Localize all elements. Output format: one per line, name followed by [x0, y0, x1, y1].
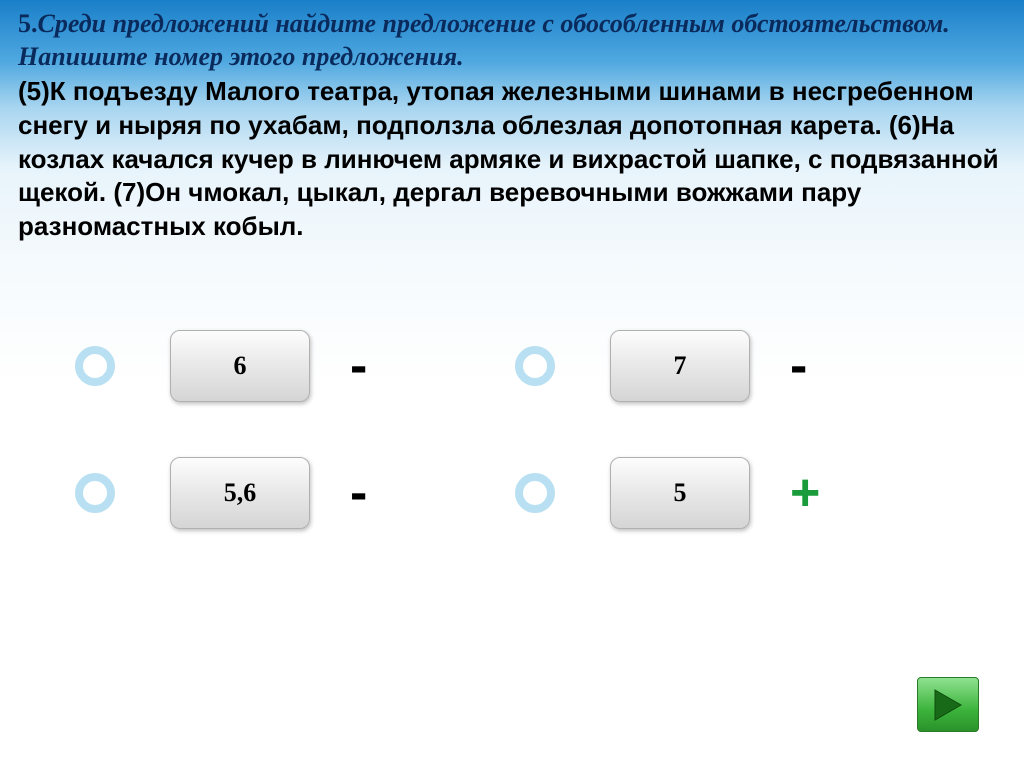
answer-button-b[interactable]: 7: [610, 330, 750, 402]
answer-button-c[interactable]: 5,6: [170, 457, 310, 529]
answer-option-a: 6 -: [75, 330, 515, 402]
radio-c[interactable]: [75, 473, 115, 513]
radio-b[interactable]: [515, 346, 555, 386]
answer-option-b: 7 -: [515, 330, 955, 402]
question-body: (5)К подъезду Малого театра, утопая желе…: [18, 75, 1006, 244]
answer-button-d[interactable]: 5: [610, 457, 750, 529]
answer-label-d: 5: [674, 478, 687, 508]
answer-option-c: 5,6 -: [75, 457, 515, 529]
radio-a[interactable]: [75, 346, 115, 386]
answer-label-c: 5,6: [224, 478, 257, 508]
question-prompt: 5.Среди предложений найдите предложение …: [18, 8, 1006, 73]
result-mark-c: -: [350, 463, 367, 523]
answer-row-2: 5,6 - 5 +: [0, 457, 1024, 529]
answer-row-1: 6 - 7 -: [0, 330, 1024, 402]
play-icon: [933, 688, 963, 722]
result-mark-d: +: [790, 463, 820, 523]
result-mark-a: -: [350, 336, 367, 396]
question-prompt-text: Среди предложений найдите предложение с …: [18, 9, 950, 71]
question-block: 5.Среди предложений найдите предложение …: [0, 0, 1024, 244]
result-mark-b: -: [790, 336, 807, 396]
answer-label-a: 6: [234, 351, 247, 381]
next-button[interactable]: [917, 677, 979, 732]
answer-option-d: 5 +: [515, 457, 955, 529]
radio-d[interactable]: [515, 473, 555, 513]
answer-button-a[interactable]: 6: [170, 330, 310, 402]
answer-label-b: 7: [674, 351, 687, 381]
question-number: 5.: [18, 9, 38, 38]
answers-area: 6 - 7 - 5,6 - 5 +: [0, 330, 1024, 584]
